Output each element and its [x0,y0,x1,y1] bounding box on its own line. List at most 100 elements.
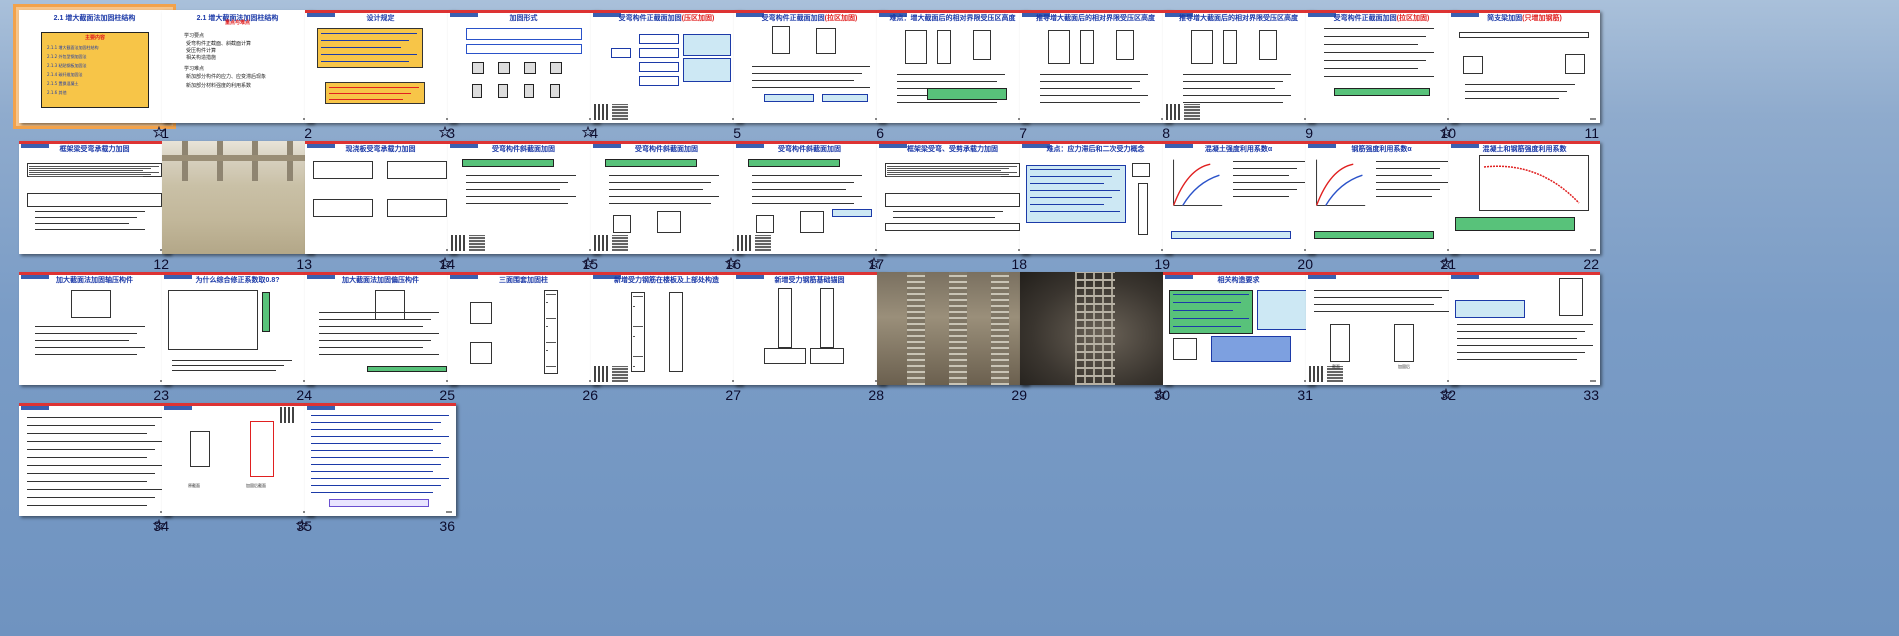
content-box [1026,165,1126,223]
transition-star-icon[interactable] [153,519,165,531]
content-line [633,326,643,327]
content-box [71,290,111,318]
slide-thumbnail-36[interactable]: 36 [286,393,459,541]
content-box [498,84,508,98]
content-box [262,292,270,332]
content-line [466,175,576,176]
content-line [546,366,556,367]
qr-code-icon [1309,366,1325,382]
menu-item: 2.1.5 置换混凝土 [47,81,79,86]
content-line [1040,95,1148,96]
slide-thumbnail-11[interactable]: 简支梁加固(只增加钢筋) 11 [1430,0,1603,148]
content-line [1183,81,1283,82]
content-line [29,172,159,173]
content-line [633,306,635,307]
slide-thumbnail-33[interactable]: 33 [1430,262,1603,410]
content-line [35,229,145,230]
transition-star-icon[interactable] [296,519,308,531]
content-line [1457,359,1577,360]
content-box [639,76,679,86]
content-box [313,199,373,217]
content-line [466,182,568,183]
content-box [466,28,582,40]
content-line [546,318,556,319]
content-box [800,211,824,233]
content-box [1080,30,1094,64]
content-box [1173,338,1197,360]
menu-title: 主要内容 [84,35,105,41]
content-line [633,296,643,297]
content-line [897,74,1005,75]
content-box [1463,56,1483,74]
content-line [311,485,441,486]
content-line [1040,74,1148,75]
content-line [1324,36,1426,37]
content-line [27,481,147,482]
content-line [35,354,137,355]
content-box [1048,30,1070,64]
content-line [1030,169,1120,170]
content-box [1223,30,1237,64]
content-box [905,30,927,64]
slide-footer [446,511,452,513]
content-line [897,102,997,103]
content-box [927,88,1007,100]
content-box [524,62,536,74]
slide-footer [1590,118,1596,120]
content-line [311,450,433,451]
content-line [1030,211,1120,212]
qr-code-icon [469,235,485,251]
content-line [887,174,1009,175]
content-line [311,443,441,444]
content-box [313,161,373,179]
slide-preview[interactable]: 简支梁加固(只增加钢筋) [1449,10,1600,123]
content-line [27,497,155,498]
content-box [973,30,991,60]
content-line [172,360,292,361]
content-box [820,288,834,348]
content-line [311,471,433,472]
content-box [1314,231,1434,239]
content-line [752,80,854,81]
content-line [752,73,862,74]
content-line [887,166,1017,167]
content-line [1457,331,1585,332]
bullet-item: 新加部分材料强度的利用系数 [186,83,252,89]
content-box [657,211,681,233]
content-line [311,478,449,479]
content-line [1314,304,1434,305]
content-box [1171,231,1291,239]
content-line [609,196,719,197]
slide-thumbnail-22[interactable]: 混凝土和钢筋强度利用系数 22 [1430,131,1603,279]
menu-item: 2.1.6 其他 [47,90,67,95]
qr-code-icon [1184,104,1200,120]
content-line [1040,102,1140,103]
slide-section-tag [1451,275,1479,279]
content-line [752,203,854,204]
qr-code-icon [755,235,771,251]
content-line [319,340,431,341]
transition-star-icon[interactable] [1440,388,1452,400]
content-box [639,34,679,44]
content-line [319,347,423,348]
content-box [1330,324,1350,362]
content-line [329,99,403,100]
content-box [669,292,683,372]
content-box [611,48,631,58]
content-line [311,457,449,458]
slide-preview[interactable] [305,403,456,516]
slide-preview[interactable] [1449,272,1600,385]
content-line [1173,318,1249,319]
content-line [29,176,143,177]
content-line [1173,294,1249,295]
content-line [752,66,870,67]
content-line [546,326,548,327]
content-box [778,288,792,348]
content-line [752,189,846,190]
slide-preview[interactable]: 混凝土和钢筋强度利用系数 [1449,141,1600,254]
transition-star-icon[interactable] [1154,388,1166,400]
qr-code-icon [737,235,753,251]
content-line [319,333,439,334]
content-box [810,348,844,364]
content-line [1030,204,1104,205]
